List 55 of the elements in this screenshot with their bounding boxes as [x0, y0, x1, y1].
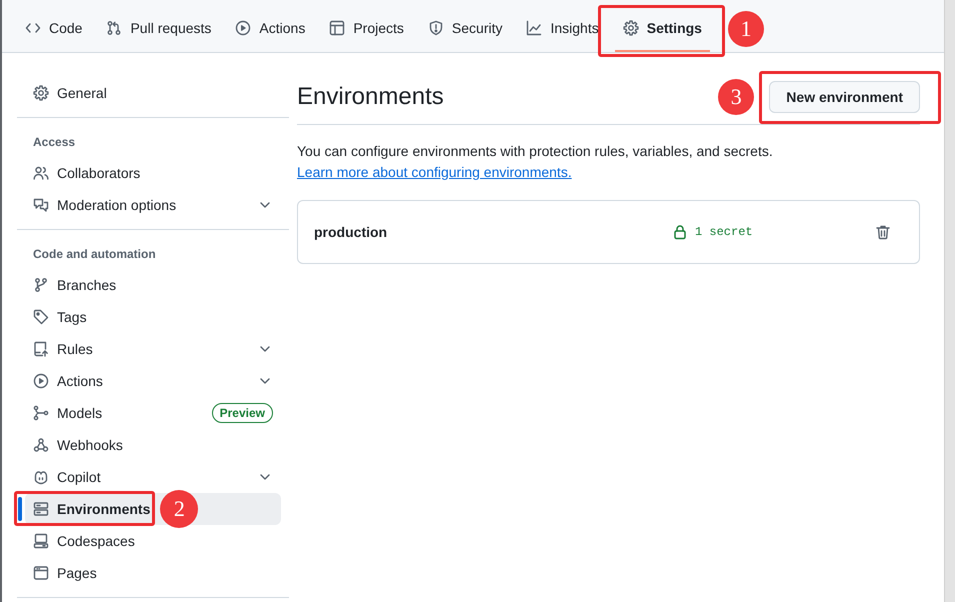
- secret-count: 1 secret: [695, 225, 753, 239]
- new-environment-button[interactable]: New environment: [769, 81, 920, 113]
- sidebar-item[interactable]: Environments: [25, 493, 152, 525]
- learn-more-link[interactable]: Learn more about configuring environments.: [297, 164, 572, 180]
- tag-icon: [33, 309, 49, 325]
- sidebar-item[interactable]: Branches: [25, 269, 281, 301]
- section-heading: Access: [32, 134, 76, 151]
- description-text: You can configure environments with protection rules, variables, and secrets. Learn more about configuring environments.: [297, 142, 774, 182]
- nav-tab[interactable]: Projects: [321, 5, 412, 52]
- callout-number: 3: [718, 79, 754, 115]
- section-heading: Code and automation: [32, 246, 157, 263]
- connected-nodes-icon: [33, 405, 49, 421]
- settings-icon: [622, 20, 639, 36]
- graph-icon: [526, 20, 542, 36]
- document-arrow-icon: [33, 341, 49, 357]
- selection-bar: [18, 497, 22, 521]
- nav-tab[interactable]: Settings: [614, 5, 710, 52]
- sidebar-item[interactable]: Models Preview: [25, 397, 281, 429]
- browser-window-icon: [33, 565, 49, 581]
- sidebar-item[interactable]: Actions: [25, 365, 281, 397]
- lock-icon: [672, 224, 688, 240]
- sidebar-item[interactable]: Pages: [25, 557, 281, 589]
- sidebar-item[interactable]: Rules: [25, 333, 281, 365]
- table-icon: [329, 20, 346, 36]
- trash-icon: [875, 224, 891, 240]
- robot-face-icon: [33, 469, 49, 485]
- preview-badge: Preview: [212, 403, 273, 423]
- sidebar-item[interactable]: Moderation options: [25, 189, 281, 221]
- nav-tab[interactable]: Code: [17, 5, 90, 52]
- nav-tab[interactable]: Pull requests: [98, 5, 220, 52]
- play-icon: [235, 20, 252, 36]
- shield-icon: [428, 20, 444, 36]
- computer-icon: [33, 533, 49, 549]
- sidebar-item[interactable]: Codespaces: [25, 525, 281, 557]
- branch-icon: [33, 277, 49, 293]
- scrollbar-track[interactable]: [944, 0, 955, 602]
- callout-number: 1: [728, 10, 764, 46]
- pull-request-icon: [106, 20, 122, 36]
- sidebar-item[interactable]: General: [25, 77, 281, 109]
- play-icon: [33, 373, 49, 389]
- nav-tab[interactable]: Security: [420, 5, 510, 52]
- callout-number: 2: [160, 490, 198, 528]
- sidebar-item[interactable]: Webhooks: [25, 429, 281, 461]
- server-icon: [33, 501, 49, 517]
- sidebar-item[interactable]: Tags: [25, 301, 281, 333]
- sidebar-item[interactable]: Copilot: [25, 461, 281, 493]
- triangle-nodes-icon: [33, 437, 49, 453]
- speech-bubbles-icon: [33, 197, 49, 213]
- environment-name-link[interactable]: production: [314, 224, 672, 240]
- page-title: Environments: [297, 82, 444, 112]
- settings-icon: [33, 85, 49, 101]
- sidebar-item[interactable]: Collaborators: [25, 157, 281, 189]
- nav-tab[interactable]: Actions: [227, 5, 314, 52]
- nav-tab[interactable]: Insights: [518, 5, 607, 52]
- people-icon: [33, 165, 49, 181]
